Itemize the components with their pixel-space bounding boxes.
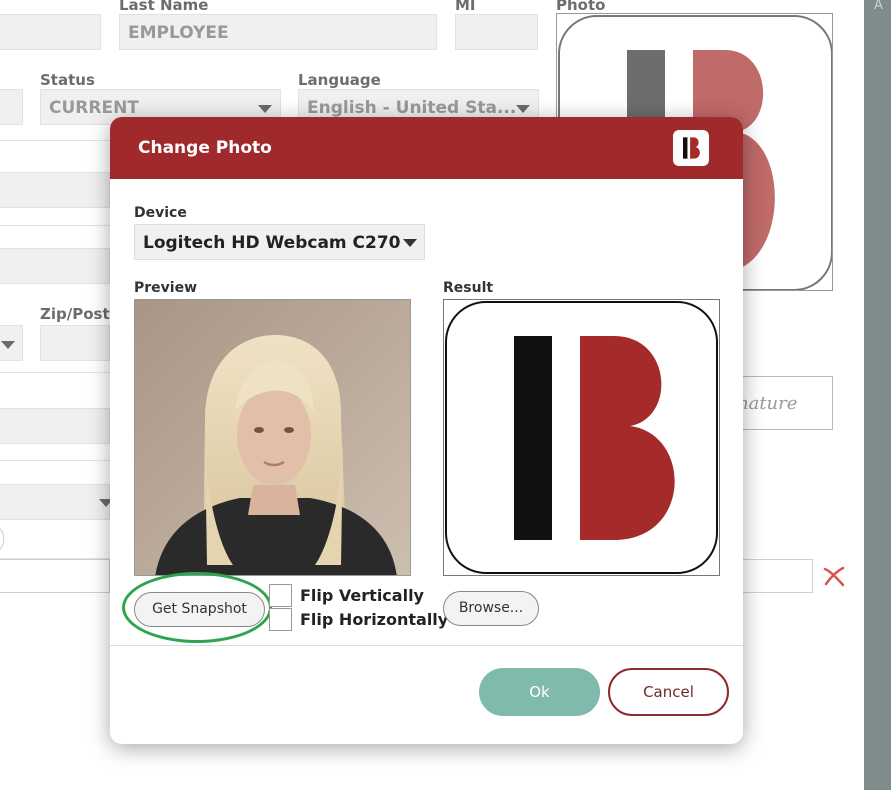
form-field[interactable]: [0, 408, 110, 444]
flip-horizontally-checkbox[interactable]: Flip Horizontally: [269, 608, 448, 631]
flip-horizontally-label: Flip Horizontally: [300, 610, 449, 629]
language-value: English - United Sta...: [307, 98, 517, 118]
dialog-footer-divider: [110, 645, 743, 646]
zip-label: Zip/Posta: [40, 305, 120, 323]
checkbox[interactable]: [269, 584, 292, 607]
form-field[interactable]: [0, 172, 110, 208]
flip-vertically-checkbox[interactable]: Flip Vertically: [269, 584, 424, 607]
chevron-down-icon: [258, 105, 272, 113]
photo-result: [443, 299, 720, 576]
get-snapshot-button[interactable]: Get Snapshot: [134, 592, 265, 627]
form-field[interactable]: [0, 559, 110, 593]
status-label: Status: [40, 71, 95, 89]
ok-button[interactable]: Ok: [479, 668, 600, 716]
state-select[interactable]: [0, 325, 23, 361]
form-field[interactable]: [742, 559, 813, 593]
last-name-field[interactable]: EMPLOYEE: [119, 14, 437, 50]
right-side-panel: [864, 0, 891, 790]
preview-label: Preview: [134, 280, 198, 296]
divider: [0, 225, 110, 226]
dialog-header: Change Photo: [110, 117, 743, 179]
cancel-button[interactable]: Cancel: [608, 668, 729, 716]
photo-label: Photo: [556, 0, 606, 14]
divider: [0, 460, 110, 461]
checkbox[interactable]: [269, 608, 292, 631]
chevron-down-icon: [1, 341, 15, 349]
form-field[interactable]: [0, 248, 110, 284]
dialog-title: Change Photo: [138, 138, 272, 158]
device-select[interactable]: Logitech HD Webcam C270: [134, 224, 425, 260]
divider: [0, 140, 110, 141]
webcam-preview: [134, 299, 411, 576]
divider: [0, 372, 110, 373]
last-name-label: Last Name: [119, 0, 209, 14]
device-label: Device: [134, 205, 187, 221]
first-name-field[interactable]: [0, 14, 101, 50]
zip-field[interactable]: [40, 325, 110, 361]
right-panel-label: A: [874, 0, 883, 13]
chevron-down-icon: [516, 105, 530, 113]
left-field[interactable]: [0, 89, 23, 125]
mi-label: MI: [455, 0, 476, 14]
clear-x-icon[interactable]: [822, 565, 846, 587]
result-label: Result: [443, 280, 494, 296]
webcam-preview-image: [135, 300, 410, 575]
status-value: CURRENT: [49, 98, 139, 118]
change-photo-dialog: Change Photo Device Logitech HD Webcam C…: [110, 117, 743, 744]
ib-logo-icon: [673, 130, 709, 166]
round-button[interactable]: [0, 525, 4, 553]
flip-vertically-label: Flip Vertically: [300, 586, 424, 605]
ib-logo-icon: [445, 301, 718, 574]
chevron-down-icon: [403, 239, 417, 247]
browse-button[interactable]: Browse...: [443, 591, 539, 626]
language-label: Language: [298, 71, 381, 89]
form-select[interactable]: [0, 484, 113, 520]
device-value: Logitech HD Webcam C270: [143, 233, 401, 253]
mi-field[interactable]: [455, 14, 538, 50]
